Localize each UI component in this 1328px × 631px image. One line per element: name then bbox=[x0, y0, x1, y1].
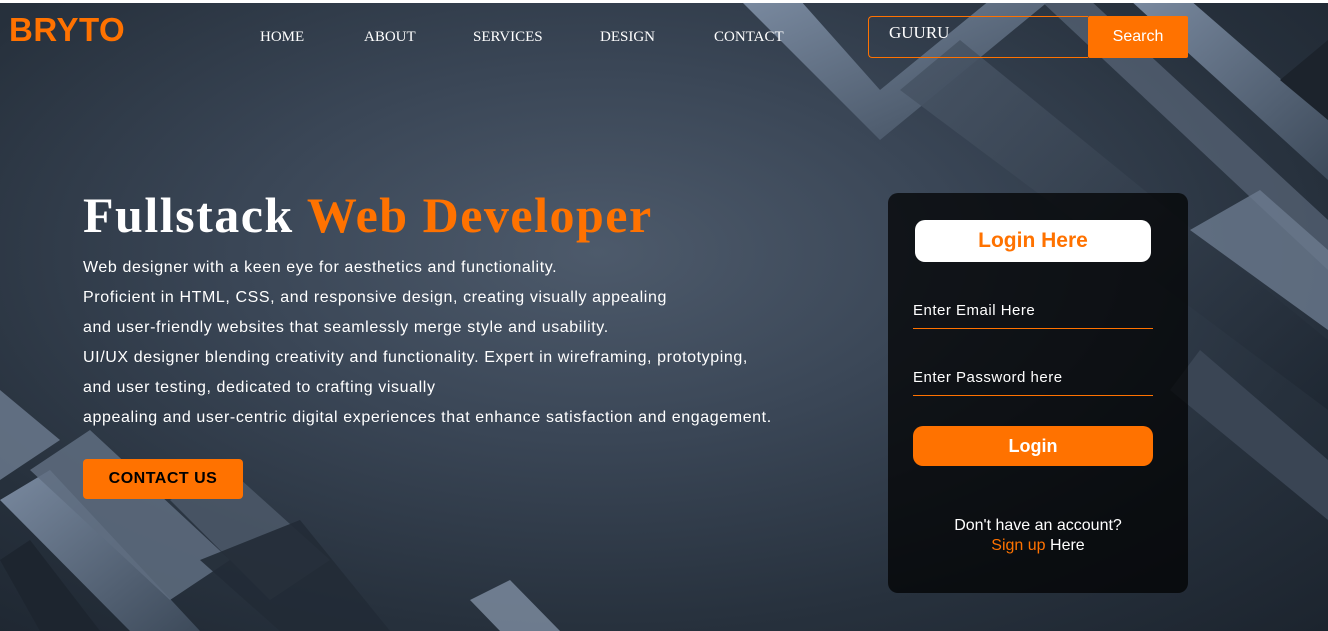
signup-prompt: Don't have an account? Sign up Here bbox=[888, 516, 1188, 556]
password-field[interactable] bbox=[913, 360, 1153, 396]
contact-us-button[interactable]: CONTACT US bbox=[83, 459, 243, 499]
hero-line: and user testing, dedicated to crafting … bbox=[83, 379, 436, 396]
login-title: Login Here bbox=[915, 220, 1151, 262]
top-border bbox=[0, 0, 1328, 3]
hero-description: Web designer with a keen eye for aesthet… bbox=[83, 258, 772, 438]
nav-services[interactable]: SERVICES bbox=[473, 29, 543, 46]
nav-home[interactable]: HOME bbox=[260, 29, 304, 46]
nav-about[interactable]: ABOUT bbox=[364, 29, 416, 46]
login-button[interactable]: Login bbox=[913, 426, 1153, 466]
email-field[interactable] bbox=[913, 293, 1153, 329]
hero-title-accent: Web Developer bbox=[306, 187, 653, 243]
signup-row: Sign up Here bbox=[888, 536, 1188, 556]
search-button[interactable]: Search bbox=[1088, 16, 1188, 58]
no-account-text: Don't have an account? bbox=[954, 517, 1122, 534]
nav-design[interactable]: DESIGN bbox=[600, 29, 655, 46]
nav-contact[interactable]: CONTACT bbox=[714, 29, 784, 46]
hero-title: Fullstack Web Developer bbox=[83, 186, 653, 244]
signup-link[interactable]: Sign up bbox=[991, 537, 1045, 554]
signup-suffix: Here bbox=[1050, 537, 1085, 554]
brand-logo[interactable]: BRYTO bbox=[9, 11, 125, 49]
hero-line: appealing and user-centric digital exper… bbox=[83, 409, 772, 426]
hero-line: Proficient in HTML, CSS, and responsive … bbox=[83, 289, 667, 306]
hero-line: and user-friendly websites that seamless… bbox=[83, 319, 609, 336]
login-card: Login Here Login Don't have an account? … bbox=[888, 193, 1188, 593]
hero-line: Web designer with a keen eye for aesthet… bbox=[83, 259, 558, 276]
hero-line: UI/UX designer blending creativity and f… bbox=[83, 349, 748, 366]
hero-title-plain: Fullstack bbox=[83, 187, 294, 243]
search-input[interactable] bbox=[868, 16, 1088, 58]
